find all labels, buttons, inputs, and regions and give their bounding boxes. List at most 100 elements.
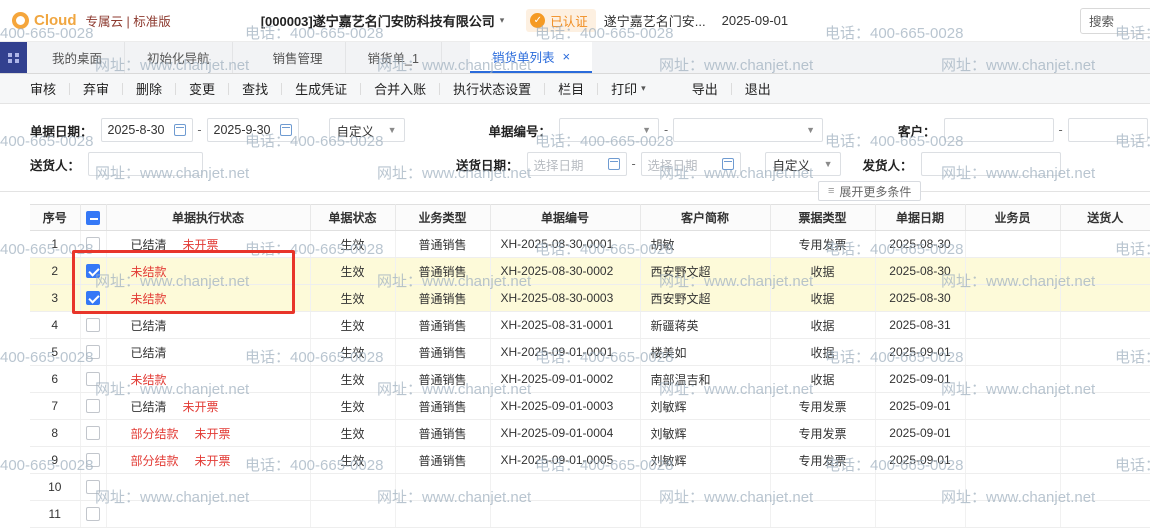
tab-my-desktop[interactable]: 我的桌面 (30, 42, 125, 73)
company-selector-label: [000003]遂宁嘉艺名门安防科技有限公司 (261, 11, 495, 30)
table-row[interactable]: 1已结清未开票生效普通销售XH-2025-08-30-0001胡敏专用发票202… (30, 231, 1150, 258)
table-row[interactable]: 8部分结款未开票生效普通销售XH-2025-09-01-0004刘敏辉专用发票2… (30, 420, 1150, 447)
calendar-icon[interactable] (280, 124, 292, 136)
doc-date-from-input[interactable]: 2025-8-30 (101, 118, 193, 142)
cell-ticket-type: 专用发票 (770, 393, 875, 420)
export-button[interactable]: 导出 (679, 79, 731, 98)
deliverer-input[interactable] (88, 152, 203, 176)
cell-doc-date: 2025-09-01 (875, 420, 965, 447)
cell-customer: 刘敏辉 (640, 447, 770, 474)
table-row[interactable]: 2未结款生效普通销售XH-2025-08-30-0002西安野文超收据2025-… (30, 258, 1150, 285)
cell-doc-status: 生效 (310, 366, 395, 393)
cell-biz-type (395, 474, 490, 501)
row-checkbox[interactable] (86, 237, 100, 251)
cell-salesman (965, 285, 1060, 312)
doc-no-label: 单据编号： (489, 121, 552, 140)
delete-button[interactable]: 删除 (123, 79, 175, 98)
row-checkbox[interactable] (86, 507, 100, 521)
cell-deliverer (1060, 420, 1150, 447)
cell-biz-type (395, 501, 490, 528)
row-checkbox[interactable] (86, 372, 100, 386)
customer-from-input[interactable] (944, 118, 1054, 142)
table-row[interactable]: 9部分结款未开票生效普通销售XH-2025-09-01-0005刘敏辉专用发票2… (30, 447, 1150, 474)
row-checkbox[interactable] (86, 426, 100, 440)
cell-deliverer (1060, 366, 1150, 393)
unapprove-button[interactable]: 弃审 (70, 79, 122, 98)
calendar-icon[interactable] (722, 158, 734, 170)
cell-salesman (965, 339, 1060, 366)
merge-entry-button[interactable]: 合并入账 (361, 79, 439, 98)
table-row[interactable]: 11 (30, 501, 1150, 528)
select-all-checkbox[interactable] (86, 211, 100, 225)
cell-deliverer (1060, 312, 1150, 339)
print-button[interactable]: 打印▾ (598, 79, 659, 98)
chevron-down-icon: ▾ (500, 15, 505, 26)
doc-date-from-value: 2025-8-30 (108, 123, 165, 137)
row-checkbox[interactable] (86, 291, 100, 305)
tab-sales-order-1[interactable]: 销货单_1 (346, 42, 442, 73)
edition-label: 专属云 | 标准版 (86, 11, 171, 30)
tab-init-nav[interactable]: 初始化导航 (125, 42, 233, 73)
delivery-date-from-input[interactable]: 选择日期 (527, 152, 627, 176)
row-checkbox[interactable] (86, 453, 100, 467)
cell-deliverer (1060, 447, 1150, 474)
search-button[interactable]: 查找 (229, 79, 281, 98)
doc-no-to-select[interactable]: ▼ (673, 118, 823, 142)
app-window: Cloud 专属云 | 标准版 [000003]遂宁嘉艺名门安防科技有限公司 ▾… (0, 0, 1150, 530)
cell-exec-status: 已结清未开票 (106, 231, 310, 258)
tab-sales-order-list[interactable]: 销货单列表 × (470, 42, 592, 73)
cell-row-number: 11 (30, 501, 80, 528)
cell-doc-date: 2025-09-01 (875, 339, 965, 366)
table-row[interactable]: 10 (30, 474, 1150, 501)
expand-more-conditions-button[interactable]: ≡ 展开更多条件 (818, 181, 921, 201)
row-checkbox[interactable] (86, 480, 100, 494)
cell-doc-no (490, 501, 640, 528)
cell-doc-no: XH-2025-09-01-0001 (490, 339, 640, 366)
filter-panel: 单据日期： 2025-8-30 - 2025-9-30 自定义 ▼ 单据编号： … (0, 104, 1150, 192)
shipper-input[interactable] (921, 152, 1061, 176)
exec-status-label: 未开票 (195, 454, 231, 468)
nav-menu-icon[interactable] (0, 42, 27, 73)
doc-date-label: 单据日期： (30, 121, 93, 140)
calendar-icon[interactable] (174, 124, 186, 136)
change-button[interactable]: 变更 (176, 79, 228, 98)
table-row[interactable]: 5已结清生效普通销售XH-2025-09-01-0001楼美如收据2025-09… (30, 339, 1150, 366)
row-checkbox[interactable] (86, 345, 100, 359)
generate-voucher-button[interactable]: 生成凭证 (282, 79, 360, 98)
cell-row-number: 3 (30, 285, 80, 312)
delivery-date-to-placeholder: 选择日期 (648, 155, 698, 174)
company-selector[interactable]: [000003]遂宁嘉艺名门安防科技有限公司 ▾ (261, 11, 505, 30)
cell-row-number: 6 (30, 366, 80, 393)
close-icon[interactable]: × (562, 49, 570, 64)
table-row[interactable]: 4已结清生效普通销售XH-2025-08-31-0001新疆蒋英收据2025-0… (30, 312, 1150, 339)
approve-button[interactable]: 审核 (17, 79, 69, 98)
doc-no-from-select[interactable]: ▼ (559, 118, 659, 142)
row-checkbox[interactable] (86, 264, 100, 278)
header-ticket-type: 票据类型 (770, 205, 875, 231)
certified-badge[interactable]: ✓ 已认证 (526, 9, 596, 32)
cell-checkbox (80, 474, 106, 501)
customer-to-input[interactable] (1068, 118, 1148, 142)
cell-exec-status: 部分结款未开票 (106, 420, 310, 447)
table-row[interactable]: 3未结款生效普通销售XH-2025-08-30-0003西安野文超收据2025-… (30, 285, 1150, 312)
table-row[interactable]: 7已结清未开票生效普通销售XH-2025-09-01-0003刘敏辉专用发票20… (30, 393, 1150, 420)
cell-checkbox (80, 447, 106, 474)
cell-biz-type: 普通销售 (395, 393, 490, 420)
cell-customer: 新疆蒋英 (640, 312, 770, 339)
row-checkbox[interactable] (86, 318, 100, 332)
cell-ticket-type: 专用发票 (770, 420, 875, 447)
exec-status-settings-button[interactable]: 执行状态设置 (440, 79, 544, 98)
columns-button[interactable]: 栏目 (545, 79, 597, 98)
doc-date-range-select[interactable]: 自定义 ▼ (329, 118, 405, 142)
tab-sales-management[interactable]: 销售管理 (251, 42, 346, 73)
cell-doc-date: 2025-09-01 (875, 366, 965, 393)
delivery-date-range-select[interactable]: 自定义 ▼ (765, 152, 841, 176)
search-input[interactable]: 搜索 (1080, 8, 1150, 34)
delivery-date-to-input[interactable]: 选择日期 (641, 152, 741, 176)
row-checkbox[interactable] (86, 399, 100, 413)
table-row[interactable]: 6未结款生效普通销售XH-2025-09-01-0002南部温吉和收据2025-… (30, 366, 1150, 393)
doc-date-to-input[interactable]: 2025-9-30 (207, 118, 299, 142)
exit-button[interactable]: 退出 (732, 79, 784, 98)
calendar-icon[interactable] (608, 158, 620, 170)
cell-biz-type: 普通销售 (395, 285, 490, 312)
